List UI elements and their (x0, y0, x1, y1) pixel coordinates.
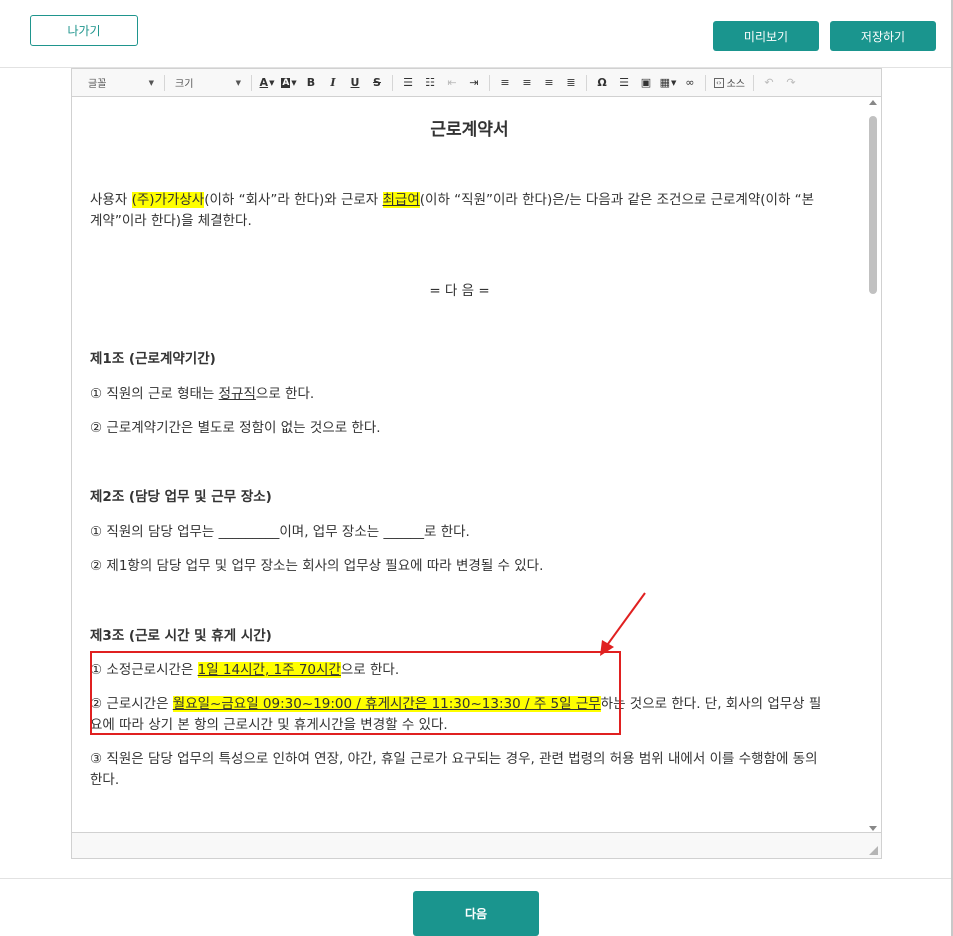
paragraph-text: ① 직원의 근로 형태는 (90, 386, 219, 402)
indent-icon: ⇥ (469, 76, 479, 89)
horizontal-rule-icon: ☰ (619, 76, 629, 89)
omega-icon: Ω (597, 76, 607, 89)
background-color-button[interactable]: A ▼ (278, 73, 300, 93)
editor-toolbar: 글꼴 ▼ 크기 ▼ A ▼ A ▼ B I U S ☰ ☷ ⇤ ⇥ ≡ ≡ ≡ ≣ (72, 69, 881, 97)
align-justify-button[interactable]: ≣ (560, 73, 582, 93)
employer-name: (주)가가상사 (131, 192, 205, 208)
align-justify-icon: ≣ (566, 76, 576, 89)
scrollbar-thumb[interactable] (869, 116, 877, 294)
scroll-down-icon[interactable] (869, 826, 877, 831)
scroll-up-icon[interactable] (869, 100, 877, 105)
strikethrough-icon: S (373, 76, 381, 89)
resize-handle-icon[interactable] (869, 846, 878, 855)
article-3-paragraph-3: ③ 직원은 담당 업무의 특성으로 인하여 연장, 야간, 휴일 근로가 요구되… (90, 751, 818, 788)
source-button[interactable]: ‹› 소스 (710, 75, 749, 90)
image-icon: ▣ (640, 76, 652, 89)
image-button[interactable]: ▣ (635, 73, 657, 93)
source-label: 소스 (726, 79, 746, 90)
annotation-arrow-icon (600, 592, 646, 656)
source-icon: ‹› (714, 77, 724, 88)
align-right-icon: ≡ (544, 76, 554, 89)
link-button[interactable]: ∞ (679, 73, 701, 93)
toolbar-divider (705, 74, 706, 91)
font-family-select[interactable]: 글꼴 ▼ (82, 73, 160, 93)
editor-scrollbar[interactable] (866, 98, 880, 833)
background-color-icon: A (281, 77, 291, 88)
preview-button[interactable]: 미리보기 (713, 21, 819, 51)
chevron-down-icon: ▼ (671, 78, 677, 87)
align-center-icon: ≡ (522, 76, 532, 89)
indent-button[interactable]: ⇥ (463, 73, 485, 93)
toolbar-divider (251, 74, 252, 91)
document-title: 근로계약서 (430, 120, 509, 140)
chevron-down-icon: ▼ (235, 78, 241, 87)
numbered-list-button[interactable]: ☰ (397, 73, 419, 93)
bold-icon: B (306, 76, 316, 89)
numbered-list-icon: ☰ (403, 76, 413, 89)
text-color-icon: A (259, 76, 269, 89)
toolbar-divider (586, 74, 587, 91)
toolbar-divider (753, 74, 755, 91)
article-2-title: 제2조 (담당 업무 및 근무 장소) (90, 489, 272, 505)
align-left-button[interactable]: ≡ (494, 73, 516, 93)
top-bar: 나가기 미리보기 저장하기 (0, 0, 953, 68)
outdent-button[interactable]: ⇤ (441, 73, 463, 93)
footer-bar: 다음 (0, 878, 953, 936)
text-color-button[interactable]: A ▼ (256, 73, 278, 93)
intro-paragraph: 사용자 (주)가가상사(이하 “회사”라 한다)와 근로자 최급여(이하 “직원… (90, 190, 829, 232)
link-icon: ∞ (685, 76, 695, 89)
bulleted-list-icon: ☷ (425, 76, 435, 89)
font-size-label: 크기 (175, 79, 194, 90)
annotation-highlight-box (90, 651, 621, 735)
article-3-title: 제3조 (근로 시간 및 휴게 시간) (90, 628, 272, 644)
article-2-paragraph-1: ① 직원의 담당 업무는 _________이며, 업무 장소는 ______로… (90, 524, 470, 540)
editor-status-bar (72, 832, 881, 858)
employee-name: 최급여 (382, 192, 420, 208)
article-1-paragraph-2: ② 근로계약기간은 별도로 정함이 없는 것으로 한다. (90, 420, 381, 436)
paragraph-text: 으로 한다. (255, 386, 315, 402)
undo-button[interactable]: ↶ (758, 73, 780, 93)
intro-text: 사용자 (90, 192, 132, 208)
article-1-title: 제1조 (근로계약기간) (90, 351, 216, 367)
underline-icon: U (350, 76, 360, 89)
table-icon: ▦ (659, 76, 670, 89)
chevron-down-icon: ▼ (291, 78, 297, 87)
redo-button[interactable]: ↷ (780, 73, 802, 93)
font-size-select[interactable]: 크기 ▼ (169, 73, 247, 93)
outdent-icon: ⇤ (447, 76, 457, 89)
employment-type: 정규직 (218, 386, 256, 402)
undo-icon: ↶ (764, 76, 774, 89)
bulleted-list-button[interactable]: ☷ (419, 73, 441, 93)
special-char-button[interactable]: Ω (591, 73, 613, 93)
content-area: 글꼴 ▼ 크기 ▼ A ▼ A ▼ B I U S ☰ ☷ ⇤ ⇥ ≡ ≡ ≡ ≣ (0, 68, 953, 878)
rich-text-editor: 글꼴 ▼ 크기 ▼ A ▼ A ▼ B I U S ☰ ☷ ⇤ ⇥ ≡ ≡ ≡ ≣ (71, 68, 882, 859)
next-button[interactable]: 다음 (413, 891, 539, 936)
underline-button[interactable]: U (344, 73, 366, 93)
italic-icon: I (330, 76, 336, 89)
redo-icon: ↷ (786, 76, 796, 89)
bold-button[interactable]: B (300, 73, 322, 93)
italic-button[interactable]: I (322, 73, 344, 93)
toolbar-divider (392, 74, 393, 91)
chevron-down-icon: ▼ (148, 78, 154, 87)
toolbar-divider (164, 74, 165, 91)
strikethrough-button[interactable]: S (366, 73, 388, 93)
font-family-label: 글꼴 (88, 79, 107, 90)
chevron-down-icon: ▼ (269, 78, 275, 87)
toolbar-divider (489, 74, 490, 91)
article-1-paragraph-1: ① 직원의 근로 형태는 정규직으로 한다. (90, 384, 829, 405)
center-heading: = 다 음 = (429, 283, 490, 299)
align-left-icon: ≡ (500, 76, 510, 89)
horizontal-rule-button[interactable]: ☰ (613, 73, 635, 93)
align-center-button[interactable]: ≡ (516, 73, 538, 93)
align-right-button[interactable]: ≡ (538, 73, 560, 93)
intro-text: (이하 “회사”라 한다)와 근로자 (204, 192, 383, 208)
back-button[interactable]: 나가기 (30, 15, 138, 46)
table-button[interactable]: ▦ ▼ (657, 73, 679, 93)
save-button[interactable]: 저장하기 (830, 21, 936, 51)
article-2-paragraph-2: ② 제1항의 담당 업무 및 업무 장소는 회사의 업무상 필요에 따라 변경될… (90, 558, 544, 574)
